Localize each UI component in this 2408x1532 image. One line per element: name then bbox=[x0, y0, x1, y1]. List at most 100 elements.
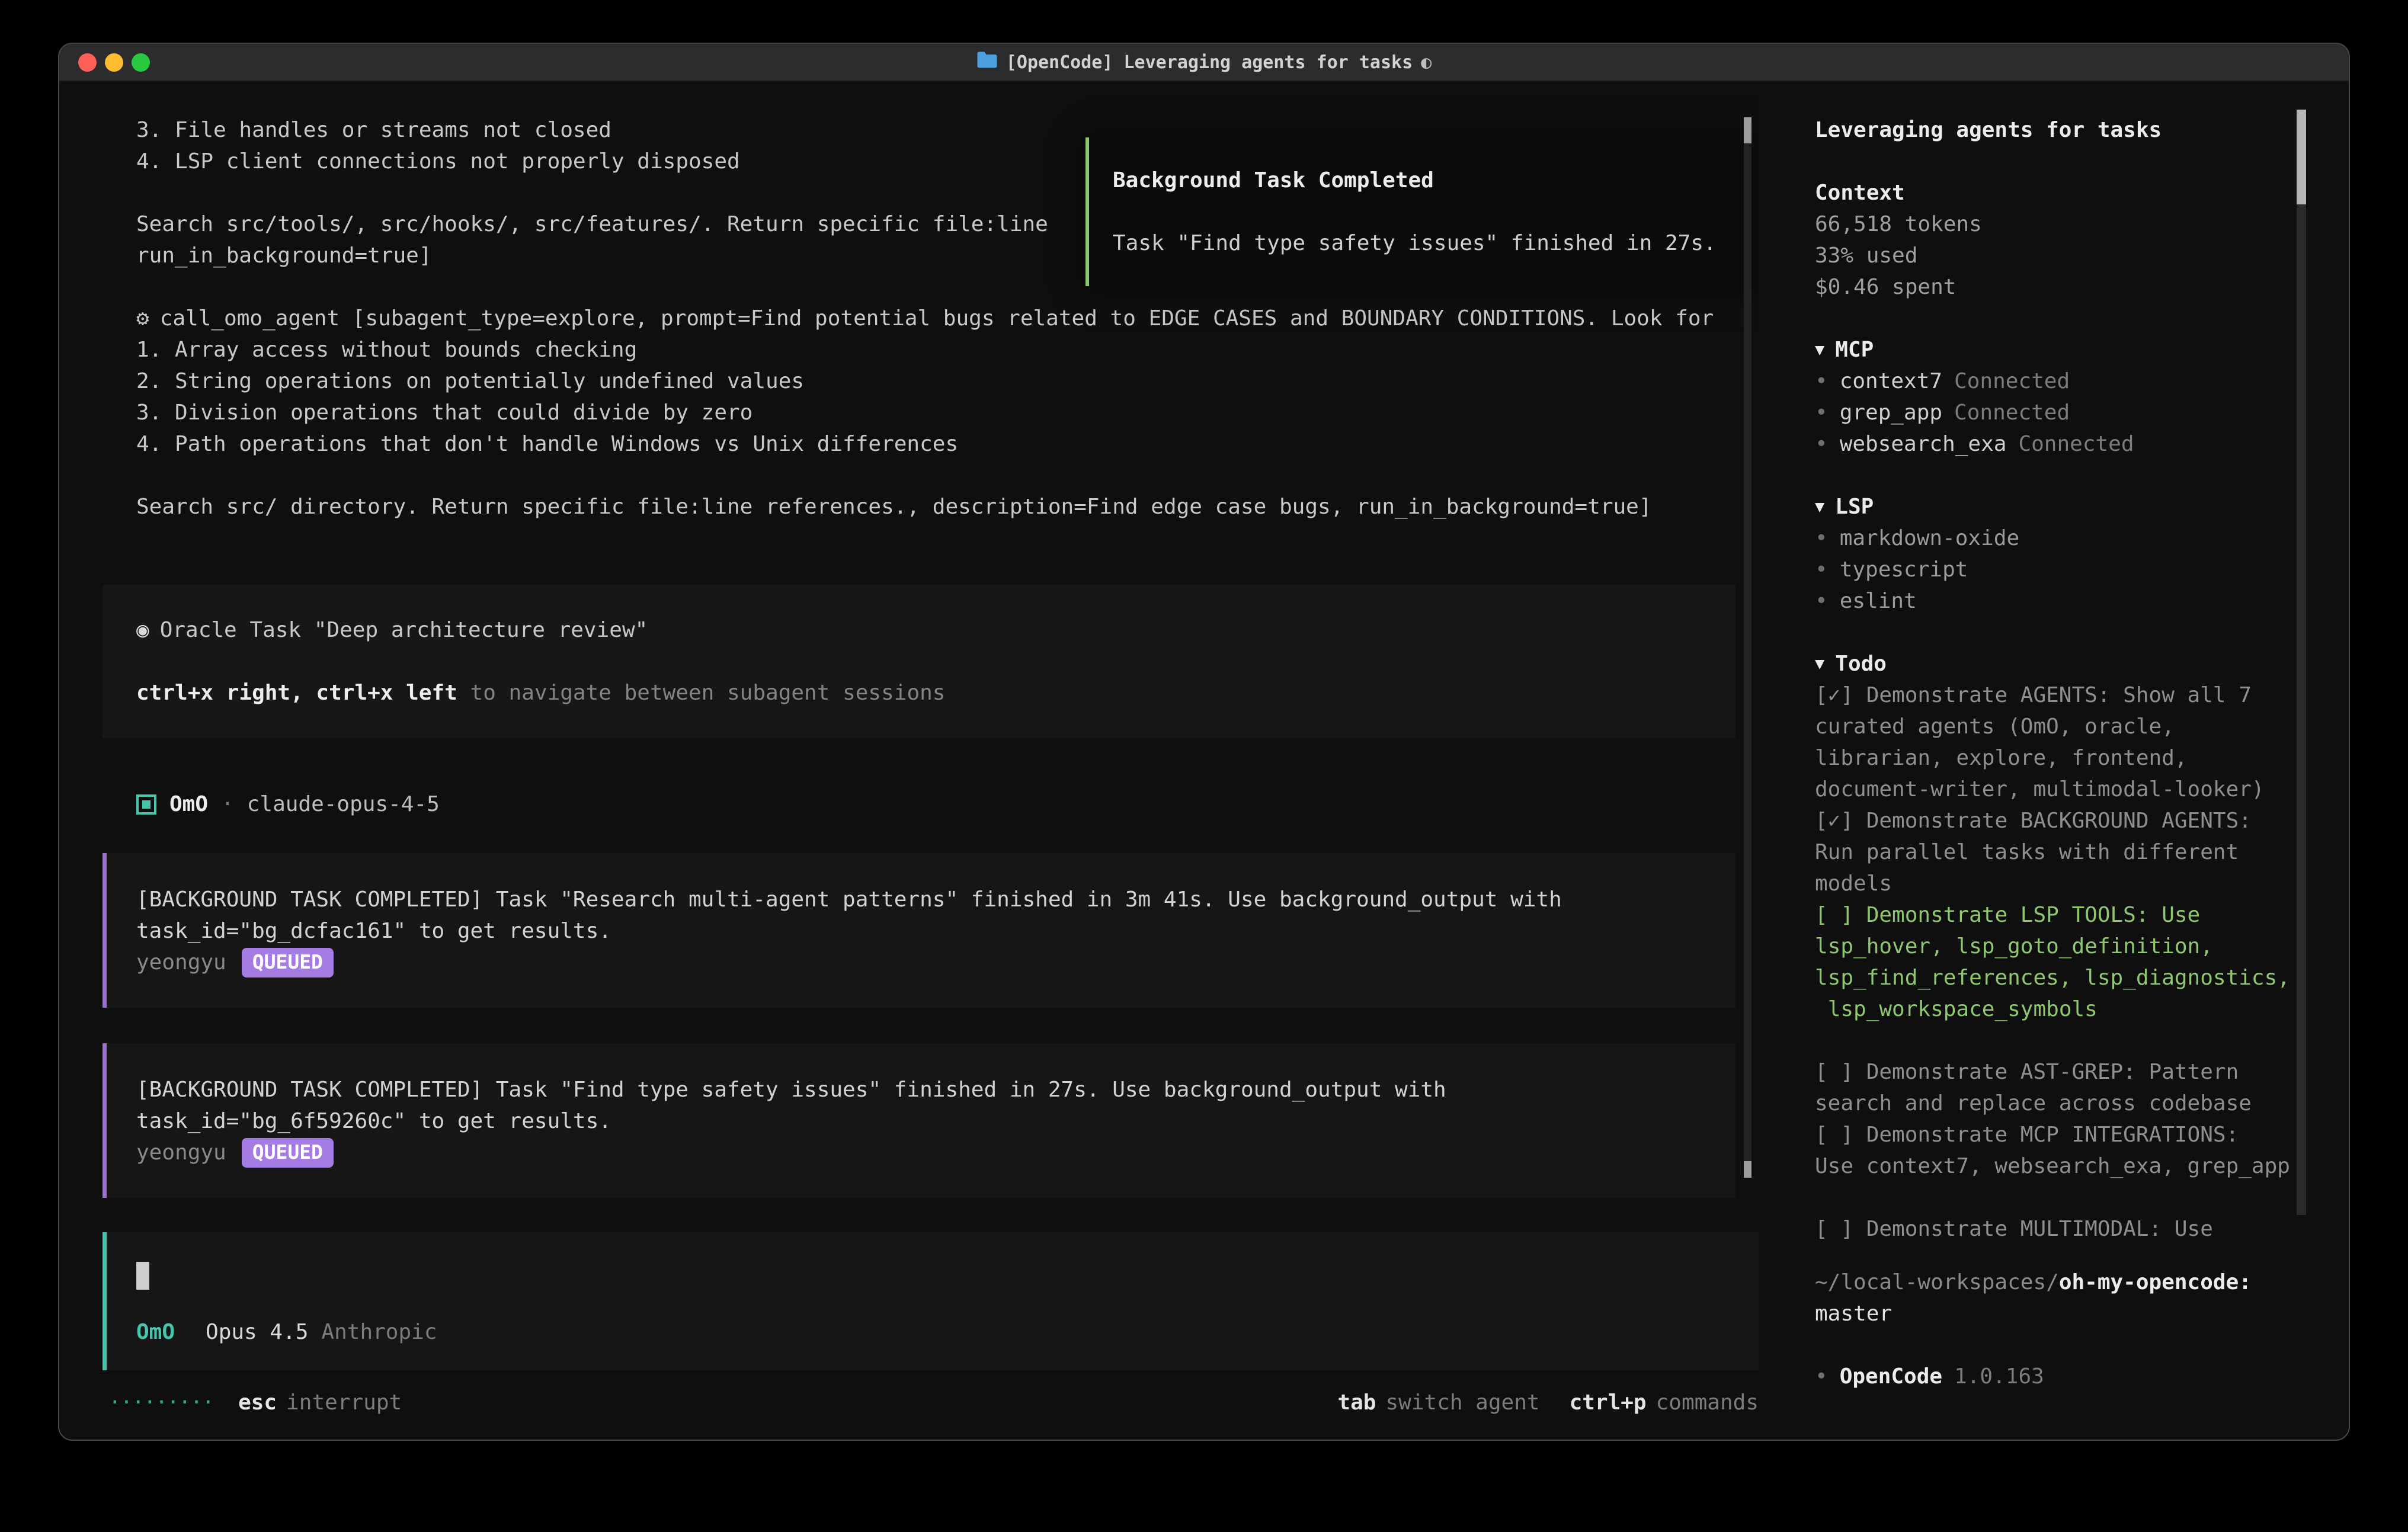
ctrl-p-key: ctrl+p bbox=[1570, 1387, 1647, 1418]
todo-checkbox: [ ] bbox=[1815, 1217, 1866, 1241]
tab-label: switch agent bbox=[1385, 1387, 1539, 1418]
mcp-item: • websearch_exa Connected bbox=[1815, 428, 2301, 460]
todo-item: [✓] Demonstrate BACKGROUND AGENTS: Run p… bbox=[1815, 805, 2301, 899]
agent-separator: · bbox=[221, 789, 234, 820]
todo-text: Demonstrate BACKGROUND AGENTS: Run paral… bbox=[1815, 809, 2252, 896]
prompt-input[interactable]: OmO Opus 4.5 Anthropic bbox=[103, 1232, 1759, 1370]
title-indicator-icon: ◐ bbox=[1421, 52, 1432, 73]
chevron-down-icon: ▼ bbox=[1815, 491, 1824, 523]
background-task-toast: Background Task Completed Task "Find typ… bbox=[1085, 137, 1759, 286]
chat-main: 3. File handles or streams not closed 4.… bbox=[59, 82, 1759, 1440]
bullet-icon: • bbox=[1815, 366, 1828, 397]
lsp-item: • eslint bbox=[1815, 585, 2301, 617]
todo-item: [ ] Demonstrate MULTIMODAL: Use bbox=[1815, 1213, 2301, 1245]
mcp-status: Connected bbox=[1954, 366, 2070, 397]
agent-square-icon bbox=[136, 794, 156, 815]
todo-section-header[interactable]: ▼ Todo bbox=[1815, 648, 2301, 680]
todo-checkbox: [✓] bbox=[1815, 683, 1866, 707]
queued-badge: QUEUED bbox=[242, 948, 334, 977]
main-scrollbar-thumb[interactable] bbox=[1744, 117, 1751, 143]
commands-hint: ctrl+p commands bbox=[1570, 1387, 1759, 1418]
lsp-name: typescript bbox=[1840, 554, 1968, 585]
agent-call-text: call_omo_agent [subagent_type=explore, p… bbox=[160, 306, 1714, 331]
oracle-title-text: Oracle Task "Deep architecture review" bbox=[160, 618, 648, 642]
todo-checkbox: [ ] bbox=[1815, 1060, 1866, 1084]
lsp-section-header[interactable]: ▼ LSP bbox=[1815, 491, 2301, 523]
input-provider-name: Anthropic bbox=[321, 1316, 437, 1348]
message-body: [BACKGROUND TASK COMPLETED] Task "Resear… bbox=[136, 884, 1702, 947]
message-author: yeongyu bbox=[136, 1137, 226, 1168]
folder-icon bbox=[976, 51, 998, 73]
context-section-header: Context bbox=[1815, 177, 2301, 209]
todo-list: [✓] Demonstrate AGENTS: Show all 7 curat… bbox=[1815, 680, 2301, 1245]
workspace-path-prefix: ~/local-workspaces/ bbox=[1815, 1270, 2059, 1294]
agent-header: OmO · claude-opus-4-5 bbox=[103, 789, 1759, 820]
esc-key-label: interrupt bbox=[286, 1387, 402, 1418]
close-button[interactable] bbox=[78, 53, 97, 72]
todo-checkbox: [ ] bbox=[1815, 903, 1866, 927]
app-name: OpenCode bbox=[1840, 1361, 1942, 1392]
minimize-button[interactable] bbox=[105, 53, 123, 72]
window-title-text: [OpenCode] Leveraging agents for tasks bbox=[1006, 52, 1413, 73]
toast-title: Background Task Completed bbox=[1113, 165, 1737, 196]
mcp-section-header[interactable]: ▼ MCP bbox=[1815, 334, 2301, 366]
main-scrollbar[interactable] bbox=[1744, 117, 1751, 1178]
mcp-name: context7 bbox=[1840, 366, 1942, 397]
sidebar-scrollbar-thumb[interactable] bbox=[2297, 110, 2306, 204]
bullet-icon: • bbox=[1815, 428, 1828, 460]
mcp-name: websearch_exa bbox=[1840, 428, 2007, 460]
oracle-hint-keys: ctrl+x right, ctrl+x left bbox=[136, 681, 457, 705]
bullet-icon: • bbox=[1815, 554, 1828, 585]
agent-call-line: ⚙ call_omo_agent [subagent_type=explore, … bbox=[103, 303, 1759, 334]
text-cursor bbox=[136, 1262, 149, 1290]
agent-name: OmO bbox=[169, 789, 208, 820]
bullet-icon: • bbox=[1815, 397, 1828, 428]
tab-hint: tab switch agent bbox=[1337, 1387, 1539, 1418]
message-body: [BACKGROUND TASK COMPLETED] Task "Find t… bbox=[136, 1074, 1702, 1137]
context-spent: $0.46 spent bbox=[1815, 271, 2301, 303]
input-model-name: Opus 4.5 bbox=[206, 1316, 308, 1348]
lsp-item: • markdown-oxide bbox=[1815, 523, 2301, 554]
sidebar: Leveraging agents for tasks Context 66,5… bbox=[1759, 82, 2349, 1440]
todo-text: Demonstrate LSP TOOLS: Use lsp_hover, ls… bbox=[1815, 903, 2290, 1021]
sidebar-scroll-area[interactable]: Leveraging agents for tasks Context 66,5… bbox=[1759, 82, 2349, 1267]
input-agent-name: OmO bbox=[136, 1316, 175, 1348]
todo-item: [ ] Demonstrate MCP INTEGRATIONS: Use co… bbox=[1815, 1119, 2301, 1182]
desktop: [OpenCode] Leveraging agents for tasks ◐… bbox=[0, 0, 2408, 1532]
message-meta: yeongyu QUEUED bbox=[136, 947, 1702, 978]
oracle-hint: ctrl+x right, ctrl+x left to navigate be… bbox=[136, 677, 1702, 709]
sidebar-scrollbar[interactable] bbox=[2297, 110, 2306, 1215]
chevron-down-icon: ▼ bbox=[1815, 334, 1824, 366]
scrollback[interactable]: 3. File handles or streams not closed 4.… bbox=[103, 114, 1759, 1201]
esc-key-hint: esc bbox=[238, 1387, 277, 1418]
commands-label: commands bbox=[1656, 1387, 1759, 1418]
status-bar: ········· esc interrupt tab switch agent… bbox=[103, 1387, 1759, 1418]
mcp-heading: MCP bbox=[1835, 334, 1874, 366]
agent-model: claude-opus-4-5 bbox=[247, 789, 440, 820]
toast-body: Task "Find type safety issues" finished … bbox=[1113, 227, 1737, 259]
lsp-name: markdown-oxide bbox=[1840, 523, 2019, 554]
titlebar[interactable]: [OpenCode] Leveraging agents for tasks ◐ bbox=[59, 44, 2349, 82]
lsp-heading: LSP bbox=[1835, 491, 1874, 523]
mcp-name: grep_app bbox=[1840, 397, 1942, 428]
mcp-item: • grep_app Connected bbox=[1815, 397, 2301, 428]
gear-icon: ⚙ bbox=[136, 306, 149, 331]
oracle-task-panel: ◉Oracle Task "Deep architecture review" … bbox=[103, 585, 1735, 738]
main-scrollbar-thumb-bottom[interactable] bbox=[1744, 1161, 1751, 1178]
oracle-icon: ◉ bbox=[136, 618, 149, 642]
bullet-icon: • bbox=[1815, 585, 1828, 617]
message-meta: yeongyu QUEUED bbox=[136, 1137, 1702, 1168]
message-card: [BACKGROUND TASK COMPLETED] Task "Resear… bbox=[103, 853, 1735, 1008]
chevron-down-icon: ▼ bbox=[1815, 648, 1824, 680]
lsp-name: eslint bbox=[1840, 585, 1917, 617]
mcp-status: Connected bbox=[1954, 397, 2070, 428]
todo-heading: Todo bbox=[1835, 648, 1887, 680]
input-footer: OmO Opus 4.5 Anthropic bbox=[136, 1316, 1725, 1348]
app-version: 1.0.163 bbox=[1954, 1361, 2044, 1392]
message-author: yeongyu bbox=[136, 947, 226, 978]
bullet-icon: • bbox=[1815, 523, 1828, 554]
workspace-path: ~/local-workspaces/oh-my-opencode: bbox=[1815, 1267, 2301, 1298]
todo-text: Demonstrate MCP INTEGRATIONS: Use contex… bbox=[1815, 1123, 2290, 1178]
zoom-button[interactable] bbox=[132, 53, 150, 72]
bullet-icon: • bbox=[1815, 1361, 1828, 1392]
